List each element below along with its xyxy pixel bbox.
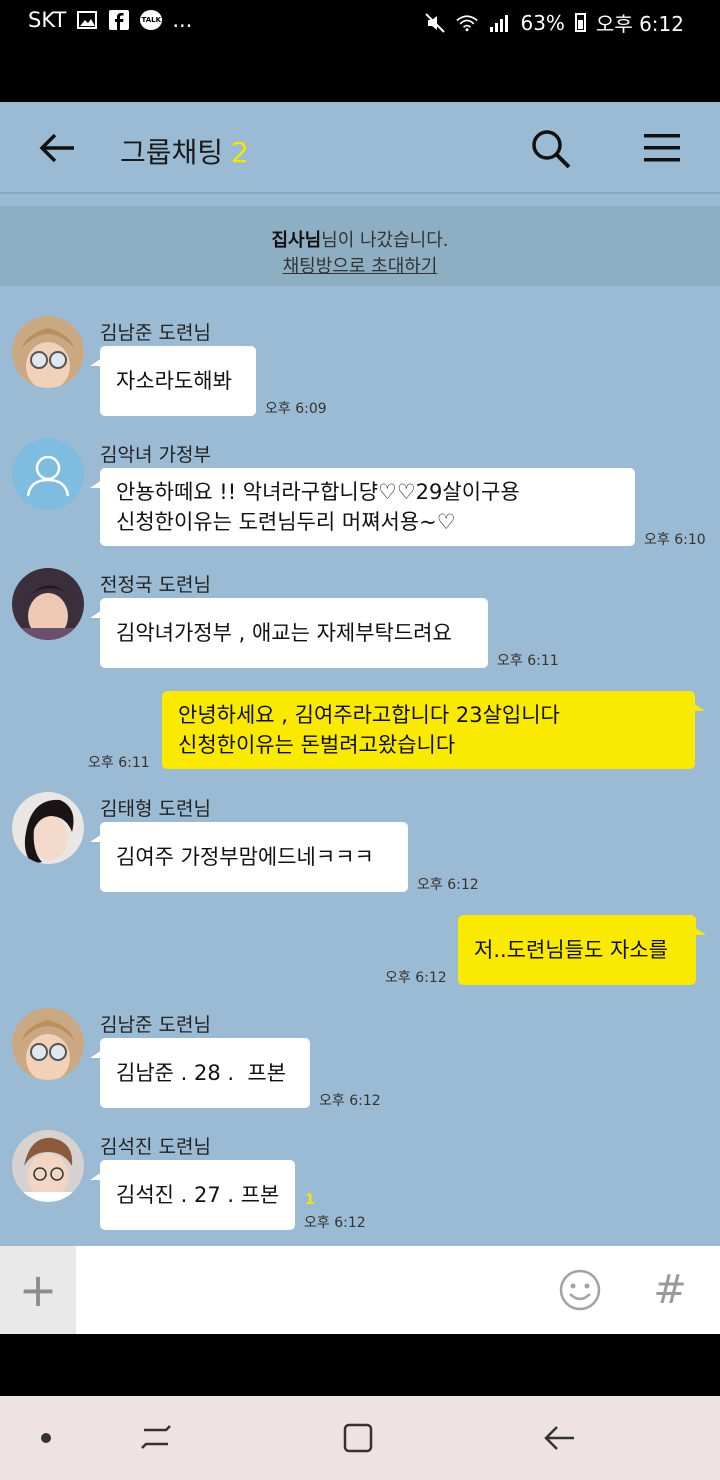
battery-percent: 63% [520, 10, 565, 35]
nav-back-button[interactable] [540, 1418, 580, 1458]
recent-apps-icon [141, 1425, 171, 1449]
message-input[interactable] [76, 1246, 546, 1334]
notice-text: 집사님님이 나갔습니다. [0, 226, 720, 252]
chat-screen: 그룹채팅 2 집사님님이 나갔습니다. 채팅방으로 초대하기 김남준 도련님 자소… [0, 102, 720, 1334]
chat-room-name: 그룹채팅 [120, 136, 224, 169]
recent-apps-button[interactable] [136, 1418, 176, 1458]
message-text: 자소라도해봐 [116, 369, 232, 393]
nav-dot-button[interactable] [26, 1418, 66, 1458]
hashtag-button[interactable]: # [650, 1266, 690, 1314]
message-text: 저..도련님들도 자소를 [474, 938, 668, 962]
message-time: 오후 6:10 [644, 532, 706, 548]
sender-name: 김악녀 가정부 [100, 444, 211, 466]
default-profile-icon [12, 438, 84, 510]
kakaotalk-icon: TALK [140, 10, 163, 30]
battery-icon [574, 13, 586, 32]
avatar[interactable] [12, 438, 84, 510]
message-time: 오후 6:11 [497, 653, 559, 669]
message-bubble[interactable]: 김악녀가정부 , 애교는 자제부탁드려요 [90, 598, 488, 668]
status-time: 오후 6:12 [595, 12, 684, 36]
message-bubble[interactable]: 김여주 가정부맘에드네ㅋㅋㅋ [90, 822, 408, 892]
my-message-bubble[interactable]: 안녕하세요 , 김여주라고합니다 23살입니다 신청한이유는 돈벌려고왔습니다 [162, 691, 705, 769]
invite-link[interactable]: 채팅방으로 초대하기 [283, 256, 438, 277]
message-text-line2: 신청한이유는 돈벌려고왔습니다 [178, 733, 456, 757]
sender-name: 전정국 도련님 [100, 574, 211, 596]
emoticon-button[interactable] [558, 1268, 602, 1312]
back-button[interactable] [36, 126, 80, 170]
mute-icon [424, 12, 446, 33]
home-button[interactable] [338, 1418, 378, 1458]
notice-message: 님이 나갔습니다. [321, 230, 449, 251]
message-bubble[interactable]: 김남준 . 28 . 프본 [90, 1038, 310, 1108]
signal-icon [488, 13, 510, 33]
notice-user-name: 집사님 [271, 230, 322, 251]
back-icon [544, 1426, 574, 1450]
wifi-icon [456, 13, 479, 33]
message-text: 김악녀가정부 , 애교는 자제부탁드려요 [116, 621, 452, 645]
back-arrow-icon [39, 133, 74, 163]
avatar[interactable] [12, 1130, 84, 1202]
message-time: 오후 6:12 [304, 1215, 366, 1231]
gallery-icon [76, 10, 98, 30]
message-time: 오후 6:12 [385, 970, 447, 986]
message-time: 오후 6:11 [88, 755, 150, 771]
attach-plus-button[interactable]: + [0, 1246, 76, 1334]
system-nav-bar [0, 1396, 720, 1480]
message-text-line1: 안녕하세요 , 김여주라고합니다 23살입니다 [178, 703, 560, 727]
message-bubble[interactable]: 김석진 . 27 . 프본 [90, 1160, 295, 1230]
sender-name: 김석진 도련님 [100, 1136, 211, 1158]
avatar[interactable] [12, 568, 84, 640]
dot-icon [41, 1433, 51, 1443]
home-icon [343, 1423, 373, 1453]
member-count: 2 [231, 136, 249, 169]
carrier-label: SKT [28, 8, 67, 32]
status-bar-left: SKT TALK ... [28, 8, 192, 32]
sender-name: 김태형 도련님 [100, 798, 211, 820]
message-bubble[interactable]: 안뇽하떼요 !! 악녀라구합니댱♡♡29살이구용 신청한이유는 도련님두리 머쪄… [90, 468, 635, 546]
status-bar-right: 63% 오후 6:12 [424, 8, 684, 37]
my-message-bubble[interactable]: 저..도련님들도 자소를 [458, 915, 706, 985]
sender-name: 김남준 도련님 [100, 322, 211, 344]
invite-link-row: 채팅방으로 초대하기 [0, 252, 720, 278]
smiley-icon [559, 1269, 601, 1311]
menu-button[interactable] [640, 128, 684, 168]
avatar[interactable] [12, 1008, 84, 1080]
message-bubble[interactable]: 자소라도해봐 [90, 346, 256, 416]
message-text: 김남준 . 28 . 프본 [116, 1061, 287, 1085]
search-icon [532, 130, 571, 169]
more-notifications: ... [172, 8, 193, 32]
system-notice: 집사님님이 나갔습니다. 채팅방으로 초대하기 [0, 206, 720, 286]
message-time: 오후 6:12 [417, 877, 479, 893]
avatar[interactable] [12, 316, 84, 388]
unread-count: 1 [305, 1192, 315, 1208]
message-time: 오후 6:12 [319, 1093, 381, 1109]
message-text: 김여주 가정부맘에드네ㅋㅋㅋ [116, 845, 374, 869]
facebook-icon [108, 10, 130, 30]
screen-bottom-band [0, 1334, 720, 1396]
chat-header: 그룹채팅 2 [0, 102, 720, 194]
message-text: 김석진 . 27 . 프본 [116, 1183, 280, 1207]
message-text-line1: 안뇽하떼요 !! 악녀라구합니댱♡♡29살이구용 [116, 480, 520, 504]
status-bar: SKT TALK ... 63% 오후 6:12 [0, 0, 720, 102]
hamburger-menu-icon [644, 134, 680, 162]
search-button[interactable] [528, 126, 574, 172]
message-input-bar: + # [0, 1246, 720, 1334]
chat-title: 그룹채팅 2 [120, 131, 249, 171]
sender-name: 김남준 도련님 [100, 1014, 211, 1036]
message-time: 오후 6:09 [265, 401, 327, 417]
message-text-line2: 신청한이유는 도련님두리 머쪄서용~♡ [116, 510, 456, 534]
avatar[interactable] [12, 792, 84, 864]
